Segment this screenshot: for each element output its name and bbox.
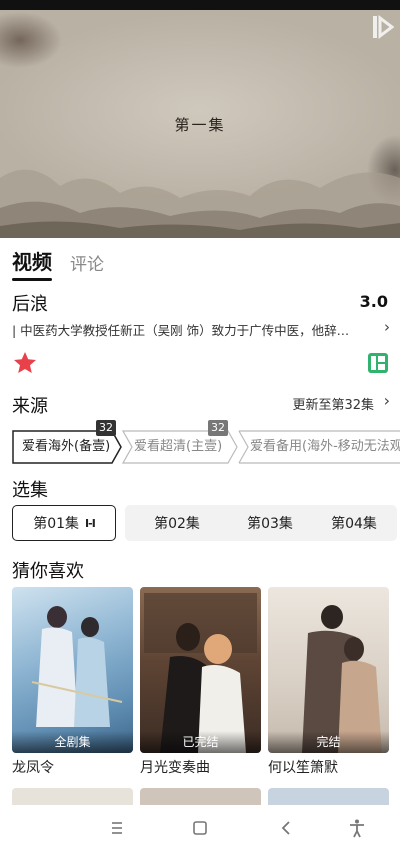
chevron-right-icon[interactable]: › <box>384 391 390 410</box>
accessibility-icon[interactable] <box>346 817 368 839</box>
source-section-title: 来源 <box>12 396 48 417</box>
source-update-status[interactable]: 更新至第32集 <box>292 394 374 413</box>
recommend-card[interactable]: 全剧集 龙凤令 <box>12 587 133 777</box>
status-bar <box>0 0 400 10</box>
source-chip-label: 爱看海外(备壹) <box>22 439 111 454</box>
recommend-card[interactable]: 已完结 月光变奏曲 <box>140 587 261 777</box>
episode-count-badge: 32 <box>96 420 116 436</box>
system-nav-bar <box>0 805 400 850</box>
poster-status-label: 已完结 <box>140 731 261 753</box>
show-title: 后浪 <box>12 294 48 315</box>
video-player[interactable]: 第一集 <box>0 10 400 238</box>
poster-image: 全剧集 <box>12 587 133 753</box>
poster-art <box>31 606 123 727</box>
recommend-title: 月光变奏曲 <box>140 760 210 776</box>
iqiyi-logo-icon <box>373 15 394 39</box>
back-chevron-icon[interactable] <box>275 817 297 839</box>
poster-status-label: 完结 <box>268 731 389 753</box>
source-chip-overseas[interactable]: 爱看海外(备壹) 32 <box>12 420 122 464</box>
grid-app-icon[interactable] <box>368 353 388 373</box>
episode-button-2[interactable]: 第02集 <box>125 505 229 541</box>
episode-button-1[interactable]: 第01集 I-I <box>12 505 116 541</box>
episode-title-overlay: 第一集 <box>174 116 226 134</box>
chevron-right-icon[interactable]: › <box>384 318 390 336</box>
episode-count-badge: 32 <box>208 420 228 436</box>
poster-image: 已完结 <box>140 587 261 753</box>
recommend-section-title: 猜你喜欢 <box>12 561 84 582</box>
poster-art <box>144 593 257 753</box>
recommend-title: 龙凤令 <box>12 760 54 776</box>
star-icon[interactable] <box>12 350 38 376</box>
recommend-title: 何以笙箫默 <box>268 760 338 776</box>
episode-label: 第04集 <box>331 516 377 532</box>
show-score: 3.0 <box>359 292 388 311</box>
poster-image: 完结 <box>268 587 389 753</box>
tab-video[interactable]: 视频 <box>12 246 52 281</box>
source-chip-label: 爱看备用(海外-移动无法观 <box>250 439 400 454</box>
detail-tabs: 视频 评论 <box>12 245 122 281</box>
poster-status-label: 全剧集 <box>12 731 133 753</box>
source-chip-label: 爱看超清(主壹) <box>134 439 223 454</box>
episode-label: 第03集 <box>247 516 293 532</box>
episode-button-3[interactable]: 第03集 <box>218 505 322 541</box>
tab-comments[interactable]: 评论 <box>70 250 104 275</box>
show-synopsis[interactable]: | 中医药大学教授任新正（吴刚 饰）致力于广传中医，他辞… <box>12 320 368 339</box>
home-square-icon[interactable] <box>189 817 211 839</box>
episodes-section-title: 选集 <box>12 480 48 501</box>
recommend-card[interactable]: 完结 何以笙箫默 <box>268 587 389 777</box>
episode-label: 第01集 <box>33 516 80 532</box>
source-chip-backup[interactable]: 爱看备用(海外-移动无法观 <box>238 430 400 464</box>
playing-indicator-icon: I-I <box>85 516 96 530</box>
poster-art <box>302 605 382 753</box>
episode-button-4[interactable]: 第04集 <box>311 505 397 541</box>
menu-icon[interactable] <box>106 817 128 839</box>
episode-label: 第02集 <box>154 516 200 532</box>
source-chip-hd[interactable]: 爱看超清(主壹) 32 <box>122 420 238 464</box>
